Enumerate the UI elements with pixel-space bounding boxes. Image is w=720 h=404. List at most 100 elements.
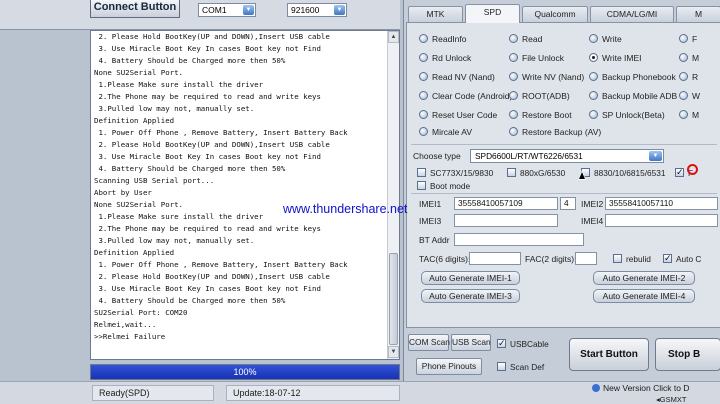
baud-value: 921600 [291,5,320,15]
option-file-unlock[interactable]: File Unlock [509,51,564,65]
option-restore-boot[interactable]: Restore Boot [509,108,572,122]
usb-scan-button[interactable]: USB Scan [451,334,491,351]
option-m[interactable]: M [679,51,699,65]
auto-generate-imei-4-button[interactable]: Auto Generate IMEI-4 [593,289,695,303]
option-rd-unlock[interactable]: Rd Unlock [419,51,471,65]
option-write[interactable]: Write [589,32,622,46]
fac-input[interactable] [575,252,597,265]
tab-cdma-lg-mi[interactable]: CDMA/LG/MI [590,6,674,22]
scan-def-checkbox[interactable]: Scan Def [497,361,544,373]
option-readinfo[interactable]: ReadInfo [419,32,467,46]
action-area: COM Scan USB Scan USBCable Phone Pinouts… [406,328,720,381]
checkbox-icon [497,362,506,371]
option-read-nv[interactable]: Read NV (Nand) [419,70,495,84]
option-backup-mobile-adb[interactable]: Backup Mobile ADB [589,89,677,103]
new-version-link[interactable]: New Version Click to D [586,383,720,394]
option-w[interactable]: W [679,89,700,103]
boot-mode-checkbox[interactable]: Boot mode [417,180,470,192]
option-reset-user-code[interactable]: Reset User Code [419,108,497,122]
log-line: 3. Use Miracle Boot Key In cases Boot ke… [94,284,321,293]
scroll-down-icon[interactable]: ▼ [388,346,399,358]
tac-input[interactable] [469,252,521,265]
chevron-down-icon: ▼ [243,5,254,15]
radio-icon [509,34,518,43]
chip-option-8830[interactable]: 8830/10/6815/6531 [581,167,666,179]
imei4-label: IMEI4 [581,216,604,226]
imei3-label: IMEI3 [419,216,442,226]
option-m2[interactable]: M [679,108,699,122]
status-bar: Ready(SPD) Update:18-07-12 New Version C… [0,381,720,404]
log-line: 4. Battery Should be Charged more then 5… [94,296,286,305]
option-clear-code[interactable]: Clear Code (Android) [419,89,512,103]
red-circle-icon [687,164,698,175]
radio-icon [679,34,688,43]
checkbox-checked-icon [497,337,506,349]
auto-checkbox[interactable]: Auto C [663,252,701,265]
option-f[interactable]: F [679,32,697,46]
log-console[interactable]: 2. Please Hold BootKey(UP and DOWN),Inse… [90,30,400,360]
option-sp-unlock[interactable]: SP Unlock(Beta) [589,108,665,122]
gsmxt-label: ◂GSMXT [656,395,687,404]
start-button[interactable]: Start Button [569,338,649,371]
option-read[interactable]: Read [509,32,542,46]
chip-option-sc773x[interactable]: SC773X/15/9830 [417,167,493,179]
usb-cable-checkbox[interactable]: USBCable [497,337,549,350]
radio-icon [509,91,518,100]
auto-generate-imei-1-button[interactable]: Auto Generate IMEI-1 [421,271,520,285]
option-r[interactable]: R [679,70,698,84]
option-miracle-av[interactable]: Mircale AV [419,125,472,139]
checkbox-icon [417,168,426,177]
radio-icon [589,110,598,119]
rebuild-checkbox[interactable]: rebulid [613,253,651,265]
option-write-imei[interactable]: Write IMEI [589,51,642,65]
radio-icon [419,72,428,81]
update-status: Update:18-07-12 [226,385,400,401]
radio-icon [589,34,598,43]
phone-pinouts-button[interactable]: Phone Pinouts [416,358,482,375]
radio-icon [589,72,598,81]
log-line: 4. Battery Should be Charged more then 5… [94,56,286,65]
log-line: 2. Please Hold BootKey(UP and DOWN),Inse… [94,140,330,149]
option-restore-backup-av[interactable]: Restore Backup (AV) [509,125,601,139]
chip-option-880xg[interactable]: 880xG/6530 [507,167,565,179]
imei3-input[interactable] [454,214,558,227]
port-select[interactable]: COM1 ▼ [198,3,256,17]
radio-icon [589,91,598,100]
imei1-input[interactable]: 35558410057109 [454,197,558,210]
scroll-up-icon[interactable]: ▲ [388,31,399,43]
connect-button[interactable]: Connect Button [90,0,180,18]
watermark-text: www.thundershare.net [283,202,408,216]
chip-type-select[interactable]: SPD6600L/RT/WT6226/6531 ▼ [470,149,664,163]
imei2-input[interactable]: 35558410057110 [605,197,718,210]
baud-select[interactable]: 921600 ▼ [287,3,347,17]
tab-mtk[interactable]: MTK [408,6,463,22]
checkbox-checked-icon [675,166,684,178]
tab-qualcomm[interactable]: Qualcomm [522,6,588,22]
log-line: 1. Power Off Phone , Remove Battery, Ins… [94,128,348,137]
radio-icon [679,91,688,100]
radio-icon [509,72,518,81]
tac-label: TAC(6 digits): [419,254,471,264]
tab-more[interactable]: M [676,6,720,22]
scroll-thumb[interactable] [389,253,398,345]
divider [411,144,717,145]
mouse-cursor-icon [578,170,586,180]
imei4-input[interactable] [605,214,718,227]
com-scan-button[interactable]: COM Scan [408,334,450,351]
log-scrollbar[interactable]: ▲ ▼ [387,31,399,359]
bt-addr-input[interactable] [454,233,584,246]
log-line: Definition Applied [94,248,175,257]
imei1-check-digit[interactable]: 4 [560,197,576,210]
progress-label: 100% [233,367,257,377]
auto-generate-imei-2-button[interactable]: Auto Generate IMEI-2 [593,271,695,285]
log-line: 2. Please Hold BootKey(UP and DOWN),Inse… [94,32,330,41]
option-backup-phonebook[interactable]: Backup Phonebook [589,70,676,84]
tab-spd[interactable]: SPD [465,4,520,23]
option-root-adb[interactable]: ROOT(ADB) [509,89,570,103]
option-write-nv[interactable]: Write NV (Nand) [509,70,584,84]
stop-button[interactable]: Stop B [655,338,720,371]
chevron-down-icon: ▼ [649,151,662,161]
auto-generate-imei-3-button[interactable]: Auto Generate IMEI-3 [421,289,520,303]
progress-bar: 100% [90,364,400,380]
log-line: 4. Battery Should be Charged more then 5… [94,164,286,173]
